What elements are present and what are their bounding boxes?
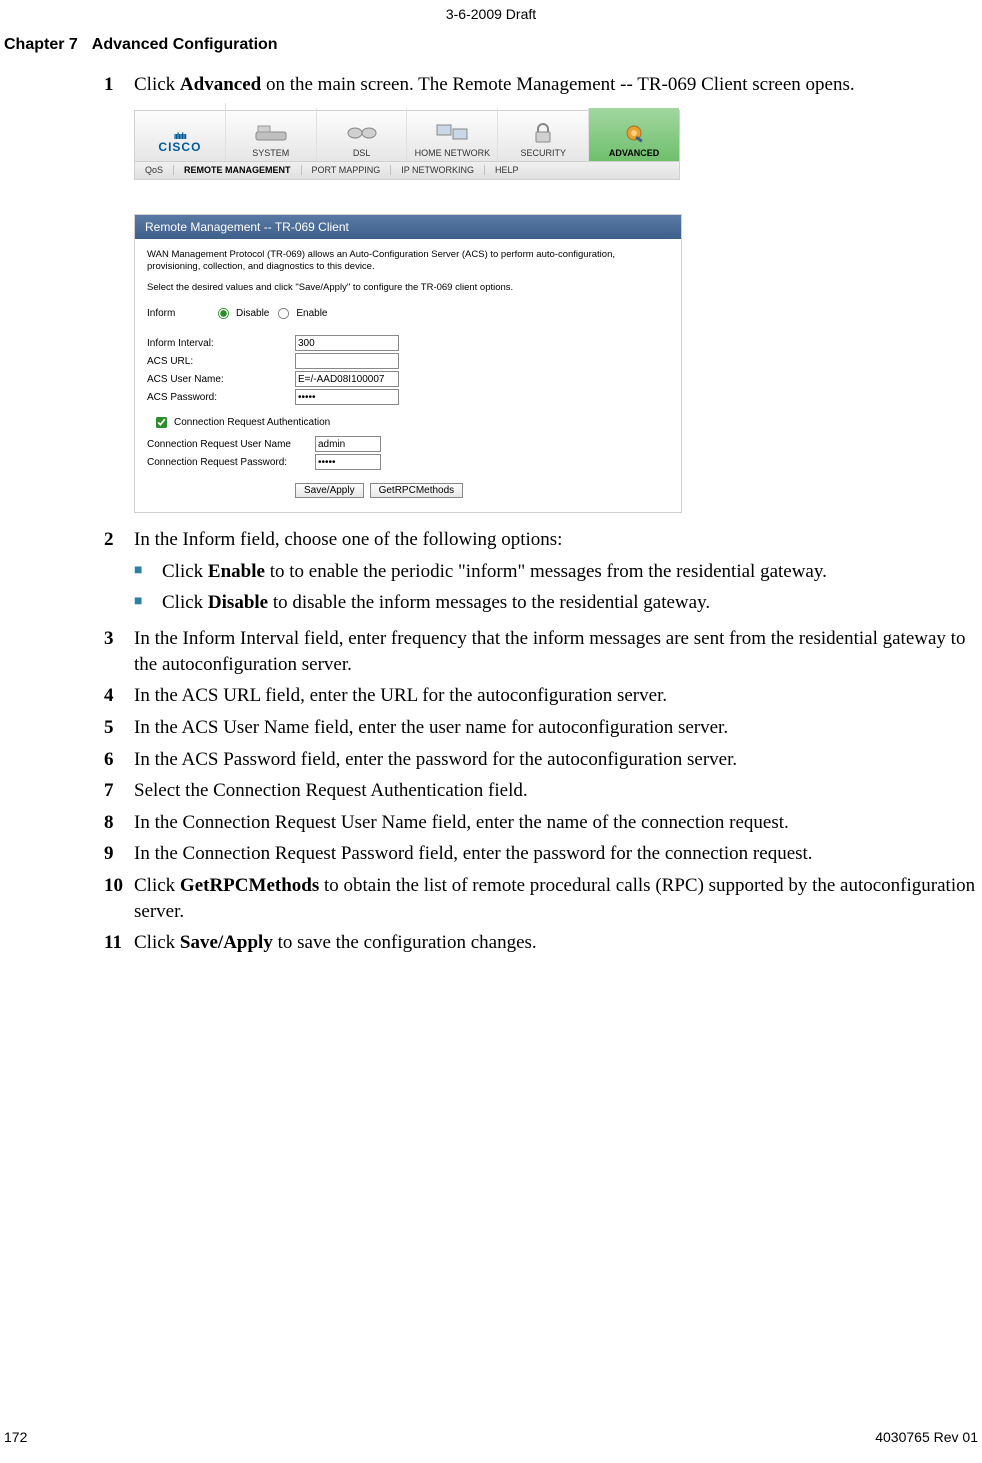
page-number: 172 bbox=[4, 1429, 27, 1445]
bullet-1: Click Enable to to enable the periodic "… bbox=[162, 559, 978, 585]
chapter-number: Chapter 7 bbox=[4, 36, 78, 53]
panel-desc-2: Select the desired values and click "Sav… bbox=[147, 282, 669, 295]
nav-home-network[interactable]: HOME NETWORK bbox=[407, 108, 498, 161]
inform-interval-label: Inform Interval: bbox=[147, 338, 295, 349]
step-4-num: 4 bbox=[104, 683, 134, 709]
chapter-title: Advanced Configuration bbox=[92, 36, 278, 53]
inform-enable-radio[interactable] bbox=[278, 308, 289, 319]
step-8-body: In the Connection Request User Name fiel… bbox=[134, 810, 978, 836]
inform-label: Inform bbox=[147, 308, 213, 319]
bullet-icon: ■ bbox=[134, 559, 162, 585]
step-5-num: 5 bbox=[104, 715, 134, 741]
lock-icon bbox=[526, 120, 560, 146]
step-7-body: Select the Connection Request Authentica… bbox=[134, 778, 978, 804]
step-11-num: 11 bbox=[104, 930, 134, 956]
acs-url-input[interactable] bbox=[295, 353, 399, 369]
panel-desc-1: WAN Management Protocol (TR-069) allows … bbox=[147, 249, 669, 275]
save-apply-button[interactable]: Save/Apply bbox=[295, 483, 364, 498]
step-6-body: In the ACS Password field, enter the pas… bbox=[134, 747, 978, 773]
get-rpc-methods-button[interactable]: GetRPCMethods bbox=[370, 483, 464, 498]
acs-password-label: ACS Password: bbox=[147, 392, 295, 403]
subnav-remote-management[interactable]: REMOTE MANAGEMENT bbox=[174, 165, 302, 175]
cisco-logo: ıılıılıı CISCO bbox=[135, 103, 226, 161]
step-9-body: In the Connection Request Password field… bbox=[134, 841, 978, 867]
bullet-icon: ■ bbox=[134, 590, 162, 616]
cr-user-label: Connection Request User Name bbox=[147, 439, 315, 450]
step-1-num: 1 bbox=[104, 72, 134, 98]
step-8-num: 8 bbox=[104, 810, 134, 836]
gear-icon bbox=[617, 120, 651, 146]
tr069-panel: Remote Management -- TR-069 Client WAN M… bbox=[134, 214, 682, 513]
embedded-screenshot: ıılıılıı CISCO SYSTEM DSL HOME NETWORK bbox=[134, 110, 978, 513]
step-10-body: Click GetRPCMethods to obtain the list o… bbox=[134, 873, 978, 924]
inform-enable-label: Enable bbox=[296, 308, 327, 319]
rev-number: 4030765 Rev 01 bbox=[875, 1429, 978, 1445]
step-3-num: 3 bbox=[104, 626, 134, 677]
panel-title: Remote Management -- TR-069 Client bbox=[135, 215, 681, 239]
step-2-num: 2 bbox=[104, 527, 134, 553]
top-nav: ıılıılıı CISCO SYSTEM DSL HOME NETWORK bbox=[134, 110, 680, 162]
acs-url-label: ACS URL: bbox=[147, 356, 295, 367]
step-5-body: In the ACS User Name field, enter the us… bbox=[134, 715, 978, 741]
draft-header: 3-6-2009 Draft bbox=[0, 0, 982, 22]
chapter-heading: Chapter 7 Advanced Configuration bbox=[0, 36, 982, 54]
nav-dsl[interactable]: DSL bbox=[317, 108, 408, 161]
router-icon bbox=[254, 120, 288, 146]
cr-user-input[interactable] bbox=[315, 436, 381, 452]
inform-disable-label: Disable bbox=[236, 308, 269, 319]
step-3-body: In the Inform Interval field, enter freq… bbox=[134, 626, 978, 677]
step-7-num: 7 bbox=[104, 778, 134, 804]
nav-advanced[interactable]: ADVANCED bbox=[589, 108, 679, 161]
cr-pass-input[interactable] bbox=[315, 454, 381, 470]
inform-interval-input[interactable] bbox=[295, 335, 399, 351]
subnav-help[interactable]: HELP bbox=[485, 165, 529, 175]
step-2-body: In the Inform field, choose one of the f… bbox=[134, 527, 978, 553]
cr-pass-label: Connection Request Password: bbox=[147, 457, 315, 468]
step-11-body: Click Save/Apply to save the configurati… bbox=[134, 930, 978, 956]
nav-security[interactable]: SECURITY bbox=[498, 108, 589, 161]
subnav-port-mapping[interactable]: PORT MAPPING bbox=[302, 165, 392, 175]
step-6-num: 6 bbox=[104, 747, 134, 773]
step-1-body: Click Advanced on the main screen. The R… bbox=[134, 72, 978, 98]
acs-password-input[interactable] bbox=[295, 389, 399, 405]
step-10-num: 10 bbox=[104, 873, 134, 924]
acs-user-label: ACS User Name: bbox=[147, 374, 295, 385]
conn-req-auth-label: Connection Request Authentication bbox=[174, 417, 330, 428]
conn-req-auth-checkbox[interactable] bbox=[156, 417, 167, 428]
step-4-body: In the ACS URL field, enter the URL for … bbox=[134, 683, 978, 709]
subnav-qos[interactable]: QoS bbox=[135, 165, 174, 175]
sub-nav: QoS REMOTE MANAGEMENT PORT MAPPING IP NE… bbox=[134, 162, 680, 180]
nav-system[interactable]: SYSTEM bbox=[226, 108, 317, 161]
dsl-icon bbox=[345, 120, 379, 146]
monitors-icon bbox=[435, 120, 469, 146]
subnav-ip-networking[interactable]: IP NETWORKING bbox=[391, 165, 485, 175]
bullet-2: Click Disable to disable the inform mess… bbox=[162, 590, 978, 616]
step-9-num: 9 bbox=[104, 841, 134, 867]
inform-disable-radio[interactable] bbox=[218, 308, 229, 319]
acs-user-input[interactable] bbox=[295, 371, 399, 387]
